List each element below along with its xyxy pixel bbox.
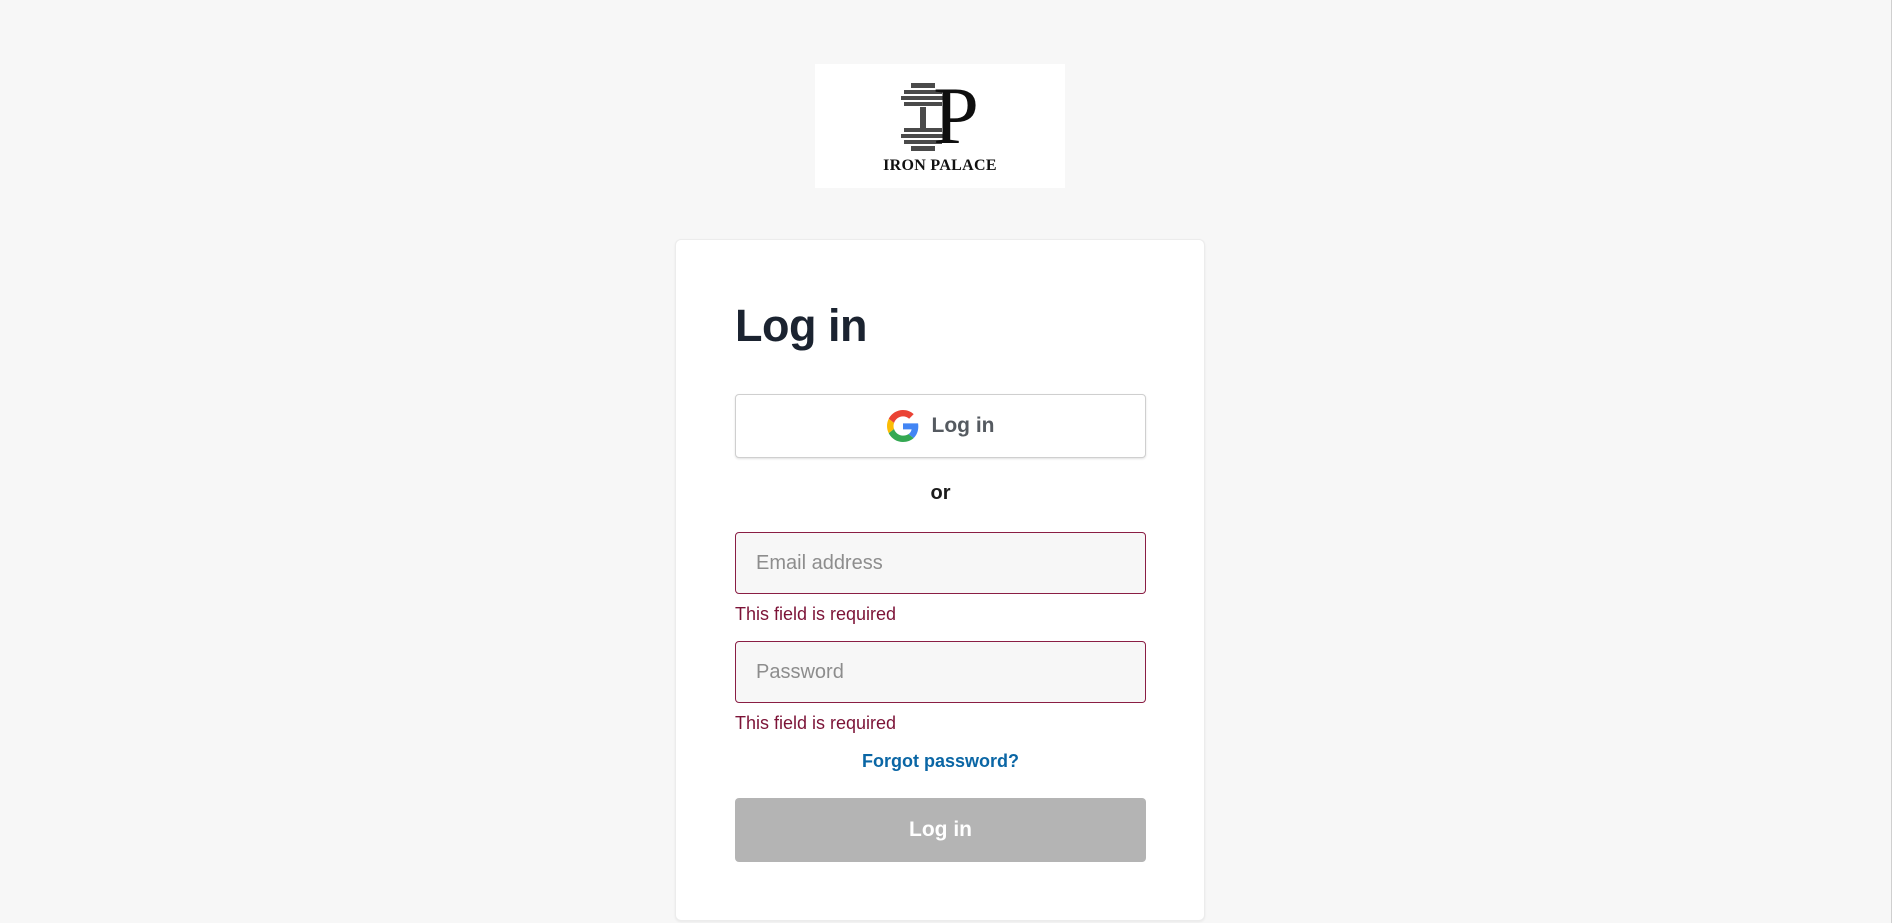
- google-icon: [886, 410, 918, 442]
- forgot-password-link[interactable]: Forgot password?: [735, 750, 1146, 772]
- logo-wordmark: IRON PALACE: [883, 157, 997, 174]
- password-field[interactable]: [735, 641, 1146, 703]
- page-title: Log in: [735, 300, 867, 351]
- brand-logo: P IRON PALACE: [815, 64, 1065, 188]
- login-page: P IRON PALACE Log in Log in or This fiel…: [0, 0, 1892, 923]
- email-error-message: This field is required: [735, 604, 897, 624]
- google-login-button[interactable]: Log in: [735, 394, 1146, 458]
- logo-letter: P: [933, 70, 979, 161]
- email-field[interactable]: [735, 532, 1146, 594]
- password-error-message: This field is required: [735, 713, 897, 733]
- logo-mark: P: [901, 70, 979, 161]
- login-card: Log in Log in or This field is required …: [675, 239, 1205, 921]
- or-separator: or: [930, 482, 951, 504]
- login-submit-button[interactable]: Log in: [735, 798, 1146, 862]
- google-login-label: Log in: [931, 414, 995, 437]
